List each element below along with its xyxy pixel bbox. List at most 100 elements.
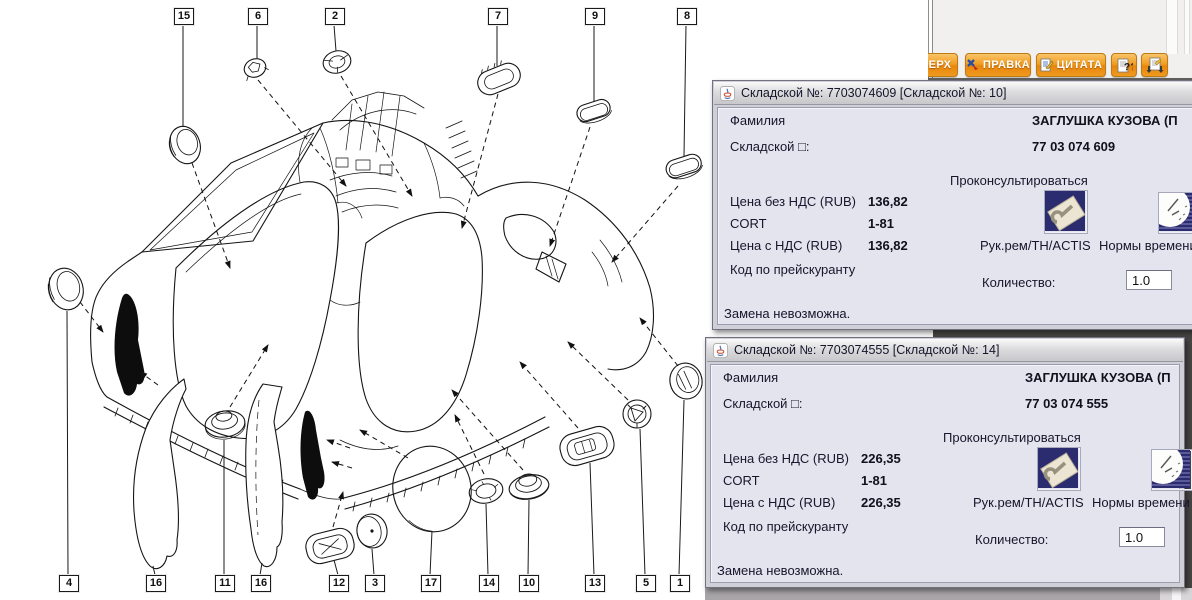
wrench-document-icon — [1038, 448, 1078, 488]
callout-line-10 — [528, 500, 529, 575]
time-standards-button[interactable] — [1151, 449, 1192, 491]
part-glyph-11[interactable] — [203, 408, 247, 441]
dialog-titlebar[interactable]: Складской №: 7703074609 [Складской №: 10… — [714, 82, 1192, 105]
callout-box-13[interactable]: 13 — [585, 575, 605, 592]
part-glyph-12[interactable] — [303, 526, 357, 567]
part-glyph-16[interactable] — [134, 379, 283, 569]
callout-line-17 — [430, 531, 432, 575]
callout-box-17[interactable]: 17 — [421, 575, 441, 592]
callout-box-11[interactable]: 11 — [215, 575, 235, 592]
consult-label: Проконсультироваться — [943, 430, 1081, 445]
part-glyph-17[interactable] — [384, 438, 480, 540]
part-glyph-6[interactable] — [241, 55, 270, 80]
part-dialog-7703074609: Складской №: 7703074609 [Складской №: 10… — [712, 80, 1192, 330]
time-standards-button[interactable] — [1158, 192, 1192, 234]
part-glyph-14[interactable] — [467, 476, 505, 507]
callout-box-8[interactable]: 8 — [677, 8, 697, 25]
background-toolbar-panel: ЕРХ ПРАВКА ЦИТАТА ?? — [928, 0, 1192, 80]
callout-line-4 — [67, 311, 68, 575]
quantity-input[interactable] — [1119, 527, 1165, 547]
callout-line-1 — [679, 400, 684, 575]
parts-catalog-app: { "diagram": { "top_callouts": [ {"label… — [0, 0, 1192, 600]
question-pages-icon: ?? — [1116, 57, 1133, 74]
up-button[interactable]: ЕРХ — [928, 53, 958, 77]
repair-manual-button[interactable] — [1044, 190, 1088, 234]
part-glyph-15[interactable] — [164, 122, 205, 168]
callout-line-8 — [684, 25, 686, 156]
callout-box-10[interactable]: 10 — [519, 575, 539, 592]
cort-value: 1-81 — [868, 216, 894, 231]
callout-line-5 — [640, 429, 645, 575]
cort-label: CORT — [730, 216, 767, 231]
callout-box-15[interactable]: 15 — [174, 8, 194, 25]
scrollbar-stripe[interactable] — [1184, 0, 1190, 54]
name-label: Фамилия — [730, 113, 785, 128]
toolbar: ЕРХ ПРАВКА ЦИТАТА ?? — [928, 52, 1192, 78]
part-glyph-13[interactable] — [557, 423, 618, 469]
callout-box-16[interactable]: 16 — [251, 575, 271, 592]
clock-icon — [1159, 193, 1192, 231]
quantity-label: Количество: — [982, 275, 1055, 290]
callout-box-12[interactable]: 12 — [329, 575, 349, 592]
callout-box-4[interactable]: 4 — [59, 575, 79, 592]
dialog-title: Складской №: 7703074555 [Складской №: 14… — [734, 343, 999, 357]
callout-box-3[interactable]: 3 — [365, 575, 385, 592]
callout-line-16 — [260, 563, 262, 575]
price-code-label: Код по прейскуранту — [730, 262, 855, 277]
consult-label: Проконсультироваться — [950, 173, 1088, 188]
price-ex-value: 136,82 — [868, 194, 908, 209]
background-scroll-thumb[interactable] — [1172, 588, 1181, 600]
callout-box-16[interactable]: 16 — [146, 575, 166, 592]
time-standards-label: Нормы времени — [1092, 495, 1190, 510]
callout-line-12 — [334, 560, 338, 575]
callout-box-5[interactable]: 5 — [636, 575, 656, 592]
question-pages-button[interactable]: ?? — [1111, 53, 1137, 77]
dialog-titlebar[interactable]: Складской №: 7703074555 [Складской №: 14… — [707, 339, 1183, 362]
callout-line-14 — [486, 504, 488, 575]
part-glyph-3[interactable] — [354, 512, 389, 551]
stock-label: Складской □: — [723, 396, 803, 411]
callout-box-7[interactable]: 7 — [488, 8, 508, 25]
callout-line-13 — [590, 463, 594, 575]
callout-box-2[interactable]: 2 — [325, 8, 345, 25]
callout-box-9[interactable]: 9 — [585, 8, 605, 25]
quantity-input[interactable] — [1126, 270, 1172, 290]
transfer-notes-button[interactable] — [1141, 53, 1168, 77]
part-name-value: ЗАГЛУШКА КУЗОВА (П — [1025, 370, 1171, 385]
part-glyph-4[interactable] — [44, 264, 88, 313]
replacement-note: Замена невозможна. — [724, 306, 850, 321]
cort-label: CORT — [723, 473, 760, 488]
callout-box-6[interactable]: 6 — [248, 8, 268, 25]
repair-manual-label: Рук.рем/TH/ACTIS — [980, 238, 1091, 253]
part-glyph-5[interactable] — [623, 400, 651, 428]
quantity-label: Количество: — [975, 532, 1048, 547]
part-number-value: 77 03 074 555 — [1025, 396, 1108, 411]
quote-button-label: ЦИТАТА — [1057, 54, 1103, 76]
part-glyph-7[interactable] — [473, 56, 524, 98]
callout-box-1[interactable]: 1 — [670, 575, 690, 592]
background-window-strip — [933, 329, 1192, 337]
part-number-value: 77 03 074 609 — [1032, 139, 1115, 154]
price-ex-label: Цена без НДС (RUB) — [723, 451, 849, 466]
price-ex-label: Цена без НДС (RUB) — [730, 194, 856, 209]
scrollbar-stripe[interactable] — [1166, 0, 1178, 54]
dialog-content: Фамилия ЗАГЛУШКА КУЗОВА (П Складской □: … — [710, 364, 1180, 583]
cort-value: 1-81 — [861, 473, 887, 488]
transfer-notes-icon — [1146, 57, 1164, 74]
part-glyph-2[interactable] — [321, 48, 354, 76]
up-button-label: ЕРХ — [929, 54, 952, 76]
repair-manual-button[interactable] — [1037, 447, 1081, 491]
callout-box-14[interactable]: 14 — [479, 575, 499, 592]
part-glyph-8[interactable] — [664, 152, 705, 183]
edit-button[interactable]: ПРАВКА — [965, 53, 1031, 77]
callout-line-3 — [372, 549, 374, 575]
quote-button[interactable]: ЦИТАТА — [1036, 53, 1106, 77]
stock-label: Складской □: — [730, 139, 810, 154]
part-glyph-1[interactable] — [667, 360, 706, 402]
background-bottom-strip — [705, 588, 1192, 600]
price-ex-value: 226,35 — [861, 451, 901, 466]
edit-icon — [966, 58, 980, 72]
part-glyph-10[interactable] — [507, 471, 551, 503]
replacement-note: Замена невозможна. — [717, 563, 843, 578]
part-dialog-7703074555: Складской №: 7703074555 [Складской №: 14… — [705, 337, 1185, 588]
